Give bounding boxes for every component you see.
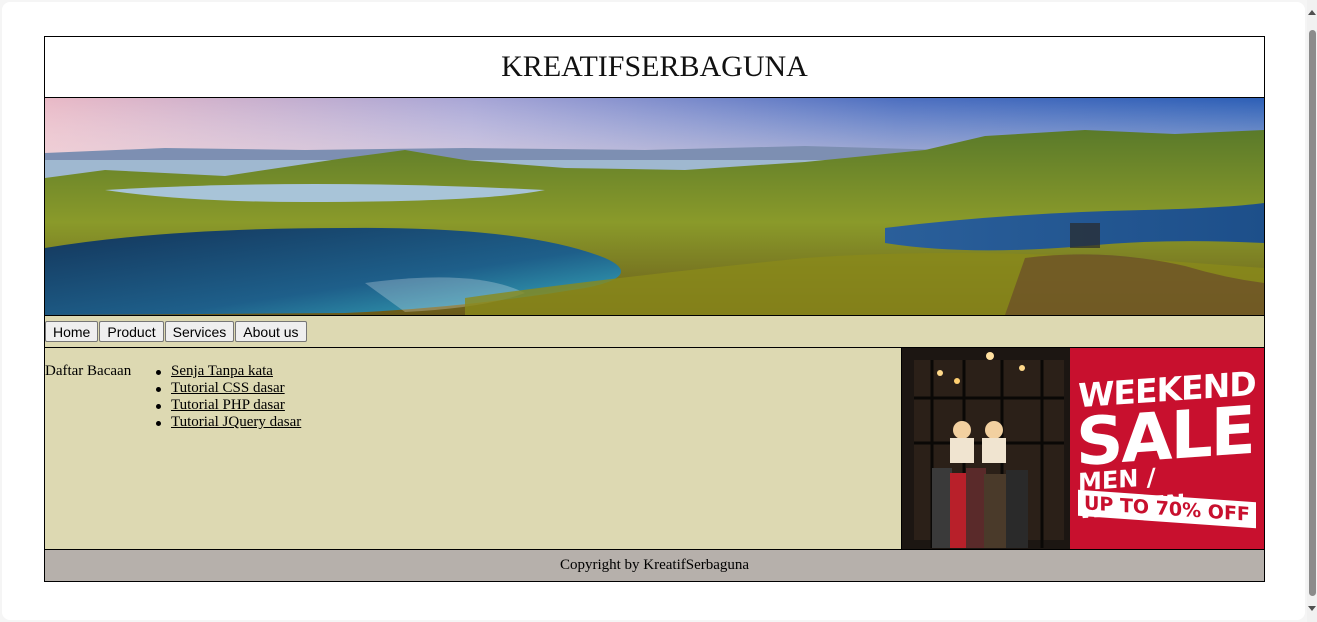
site-header: KREATIFSERBAGUNA bbox=[44, 36, 1265, 98]
scrollbar-thumb[interactable] bbox=[1309, 30, 1316, 596]
landscape-photo-icon bbox=[45, 98, 1264, 315]
reading-link[interactable]: Tutorial PHP dasar bbox=[171, 397, 285, 413]
sale-sign: WEEKEND SALE MEN / WOMEN UP TO 70% OFF bbox=[1070, 348, 1264, 549]
sale-ad-image: WEEKEND SALE MEN / WOMEN UP TO 70% OFF bbox=[902, 348, 1264, 549]
nav-services-button[interactable]: Services bbox=[164, 321, 235, 342]
browser-viewport: KREATIFSERBAGUNA Home Product Services A… bbox=[0, 0, 1317, 622]
content-area: Daftar Bacaan Senja Tanpa kata Tutorial … bbox=[44, 348, 1265, 550]
reading-link[interactable]: Tutorial CSS dasar bbox=[171, 380, 285, 396]
site-title: KREATIFSERBAGUNA bbox=[501, 50, 808, 83]
nav-home-button[interactable]: Home bbox=[45, 321, 99, 342]
bullet-icon bbox=[156, 387, 161, 392]
reading-section: Daftar Bacaan Senja Tanpa kata Tutorial … bbox=[45, 348, 902, 549]
nav-product-button[interactable]: Product bbox=[99, 321, 164, 342]
reading-label: Daftar Bacaan bbox=[45, 363, 132, 379]
bullet-icon bbox=[156, 421, 161, 426]
bullet-icon bbox=[156, 404, 161, 409]
list-item: Tutorial JQuery dasar bbox=[156, 414, 301, 431]
page-container: KREATIFSERBAGUNA Home Product Services A… bbox=[44, 36, 1265, 582]
site-footer: Copyright by KreatifSerbaguna bbox=[44, 550, 1265, 582]
list-item: Senja Tanpa kata bbox=[156, 363, 301, 380]
store-photo-icon bbox=[902, 348, 1072, 549]
bullet-icon bbox=[156, 370, 161, 375]
copyright-text: Copyright by KreatifSerbaguna bbox=[559, 557, 750, 573]
vertical-scrollbar[interactable] bbox=[1307, 0, 1317, 622]
reading-list: Senja Tanpa kata Tutorial CSS dasar Tuto… bbox=[156, 363, 301, 431]
scroll-down-icon[interactable] bbox=[1308, 606, 1316, 611]
list-item: Tutorial CSS dasar bbox=[156, 380, 301, 397]
reading-link[interactable]: Tutorial JQuery dasar bbox=[171, 414, 301, 430]
nav-about-button[interactable]: About us bbox=[235, 321, 307, 342]
nav-bar: Home Product Services About us bbox=[44, 316, 1265, 348]
banner-image bbox=[44, 98, 1265, 316]
list-item: Tutorial PHP dasar bbox=[156, 397, 301, 414]
reading-link[interactable]: Senja Tanpa kata bbox=[171, 363, 273, 379]
scroll-up-icon[interactable] bbox=[1308, 10, 1316, 15]
